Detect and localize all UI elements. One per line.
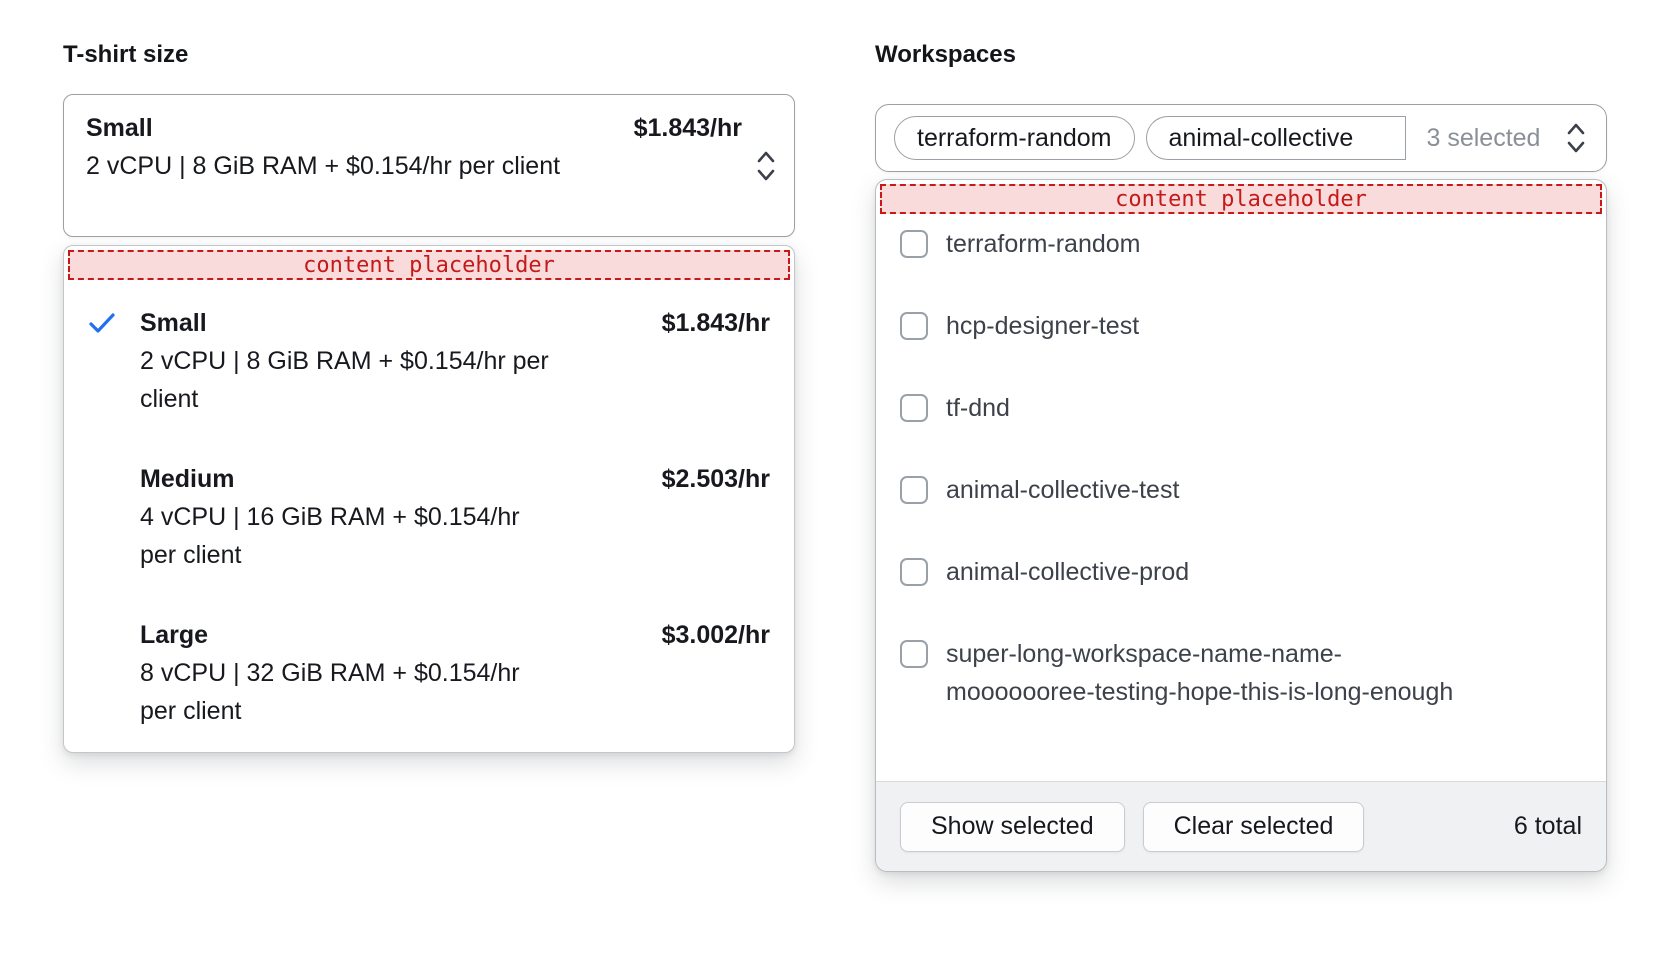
workspace-option-label: super-long-workspace-name-name- moooooor… <box>946 635 1453 711</box>
size-options-list: Small $1.843/hr 2 vCPU | 8 GiB RAM + $0.… <box>68 280 790 730</box>
workspace-option-label-line1: super-long-workspace-name-name- <box>946 635 1453 673</box>
selected-size-title: Small <box>86 109 153 147</box>
workspaces-dropdown-footer: Show selected Clear selected 6 total <box>876 781 1606 871</box>
workspaces-label: Workspaces <box>875 40 1607 70</box>
workspace-option-super-long-name[interactable]: super-long-workspace-name-name- moooooor… <box>900 635 1582 711</box>
checkbox[interactable] <box>900 476 928 504</box>
size-dropdown-placeholder: content placeholder <box>68 250 790 280</box>
size-dropdown: content placeholder Small $1.843/hr 2 vC <box>63 245 795 753</box>
workspace-option-label: tf-dnd <box>946 389 1010 427</box>
workspace-option-terraform-random[interactable]: terraform-random <box>900 225 1582 263</box>
selected-check-column <box>88 304 140 336</box>
tag-animal-collective[interactable]: animal-collective <box>1146 116 1406 160</box>
option-description: 4 vCPU | 16 GiB RAM + $0.154/hr per clie… <box>140 498 562 574</box>
chevron-up-down-icon <box>1564 120 1588 156</box>
workspaces-dropdown: content placeholder terraform-random hcp… <box>875 179 1607 872</box>
workspaces-section: Workspaces terraform-random animal-colle… <box>875 40 1607 872</box>
show-selected-button[interactable]: Show selected <box>900 802 1125 852</box>
workspaces-dropdown-placeholder: content placeholder <box>880 184 1602 214</box>
workspace-option-animal-collective-test[interactable]: animal-collective-test <box>900 471 1582 509</box>
workspaces-select-trigger[interactable]: terraform-random animal-collective 3 sel… <box>875 104 1607 172</box>
option-price: $2.503/hr <box>662 460 770 498</box>
size-option-small[interactable]: Small $1.843/hr 2 vCPU | 8 GiB RAM + $0.… <box>88 304 770 418</box>
option-title: Medium <box>140 460 234 498</box>
workspace-option-animal-collective-prod[interactable]: animal-collective-prod <box>900 553 1582 591</box>
checkmark-icon <box>88 312 140 336</box>
size-option-medium[interactable]: Medium $2.503/hr 4 vCPU | 16 GiB RAM + $… <box>88 460 770 574</box>
tshirt-size-section: T-shirt size Small $1.843/hr 2 vCPU | 8 … <box>63 40 795 753</box>
size-option-large[interactable]: Large $3.002/hr 8 vCPU | 32 GiB RAM + $0… <box>88 616 770 730</box>
total-count-label: 6 total <box>1514 812 1582 841</box>
workspace-option-label-line2: mooooooree-testing-hope-this-is-long-eno… <box>946 673 1453 711</box>
checkbox[interactable] <box>900 312 928 340</box>
workspace-option-label: terraform-random <box>946 225 1141 263</box>
workspace-option-label: animal-collective-test <box>946 471 1179 509</box>
option-title: Small <box>140 304 207 342</box>
tshirt-size-label: T-shirt size <box>63 40 795 70</box>
checkbox[interactable] <box>900 394 928 422</box>
selected-size-description: 2 vCPU | 8 GiB RAM + $0.154/hr per clien… <box>86 147 571 185</box>
selected-check-column <box>88 616 140 624</box>
workspace-option-hcp-designer-test[interactable]: hcp-designer-test <box>900 307 1582 345</box>
checkbox[interactable] <box>900 230 928 258</box>
option-price: $3.002/hr <box>662 616 770 654</box>
workspace-option-label: animal-collective-prod <box>946 553 1189 591</box>
option-price: $1.843/hr <box>662 304 770 342</box>
option-title: Large <box>140 616 208 654</box>
checkbox[interactable] <box>900 558 928 586</box>
selected-size-price: $1.843/hr <box>634 109 742 147</box>
checkbox[interactable] <box>900 640 928 668</box>
workspace-option-tf-dnd[interactable]: tf-dnd <box>900 389 1582 427</box>
clear-selected-button[interactable]: Clear selected <box>1143 802 1365 852</box>
option-description: 2 vCPU | 8 GiB RAM + $0.154/hr per clien… <box>140 342 562 418</box>
chevron-up-down-icon <box>754 148 778 184</box>
selected-count-label: 3 selected <box>1427 124 1541 153</box>
size-select-trigger[interactable]: Small $1.843/hr 2 vCPU | 8 GiB RAM + $0.… <box>63 94 795 237</box>
tag-terraform-random[interactable]: terraform-random <box>894 116 1135 160</box>
workspace-option-label: hcp-designer-test <box>946 307 1139 345</box>
option-description: 8 vCPU | 32 GiB RAM + $0.154/hr per clie… <box>140 654 562 730</box>
workspaces-options-list: terraform-random hcp-designer-test tf-dn… <box>880 214 1602 781</box>
selected-check-column <box>88 460 140 468</box>
